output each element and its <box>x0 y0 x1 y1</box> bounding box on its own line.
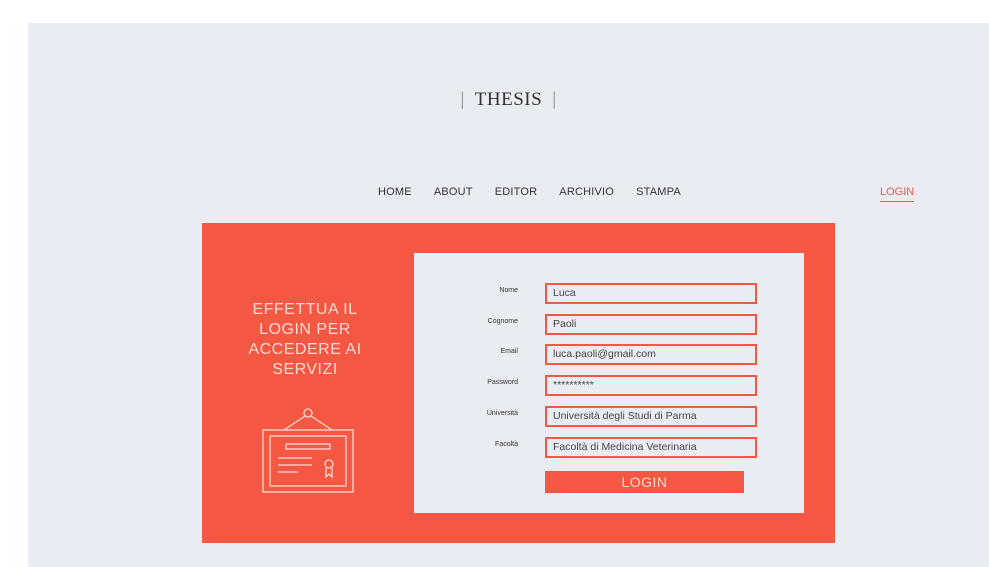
field-label-nome: Nome <box>499 287 518 294</box>
page: | THESIS | HOME ABOUT EDITOR ARCHIVIO STAM… <box>28 23 989 567</box>
nav-item-stampa[interactable]: STAMPA <box>636 186 681 198</box>
brand-divider-right: | <box>552 89 557 110</box>
nav-item-about[interactable]: ABOUT <box>434 186 473 198</box>
login-form: Nome Cognome Email Password Università F <box>414 253 804 513</box>
form-row-cognome: Cognome <box>414 314 804 335</box>
form-row-email: Email <box>414 344 804 365</box>
form-row-nome: Nome <box>414 283 804 304</box>
form-row-universita: Università <box>414 406 804 427</box>
cognome-input[interactable] <box>545 314 757 335</box>
field-label-facolta: Facoltà <box>495 441 518 448</box>
brand-title[interactable]: THESIS <box>475 89 542 110</box>
login-panel: EFFETTUA IL LOGIN PER ACCEDERE AI SERVIZ… <box>202 223 835 543</box>
certificate-icon <box>262 408 354 493</box>
field-label-email: Email <box>500 348 518 355</box>
nome-input[interactable] <box>545 283 757 304</box>
login-submit-button[interactable]: LOGIN <box>545 471 744 493</box>
field-label-password: Password <box>487 379 518 386</box>
nav-item-home[interactable]: HOME <box>378 186 412 198</box>
login-prompt-text: EFFETTUA IL LOGIN PER ACCEDERE AI SERVIZ… <box>248 301 362 378</box>
brand-divider-left: | <box>460 89 465 110</box>
form-row-password: Password <box>414 375 804 396</box>
nav-item-editor[interactable]: EDITOR <box>495 186 538 198</box>
form-row-facolta: Facoltà <box>414 437 804 458</box>
field-label-cognome: Cognome <box>487 318 518 325</box>
email-input[interactable] <box>545 344 757 365</box>
main-nav: HOME ABOUT EDITOR ARCHIVIO STAMPA <box>378 186 681 198</box>
nav-login-link[interactable]: LOGIN <box>880 186 915 202</box>
facolta-input[interactable] <box>545 437 757 458</box>
nav-item-archivio[interactable]: ARCHIVIO <box>559 186 614 198</box>
universita-input[interactable] <box>545 406 757 427</box>
field-label-universita: Università <box>486 410 518 417</box>
password-input[interactable] <box>545 375 757 396</box>
site-brand: | THESIS | <box>28 89 989 111</box>
